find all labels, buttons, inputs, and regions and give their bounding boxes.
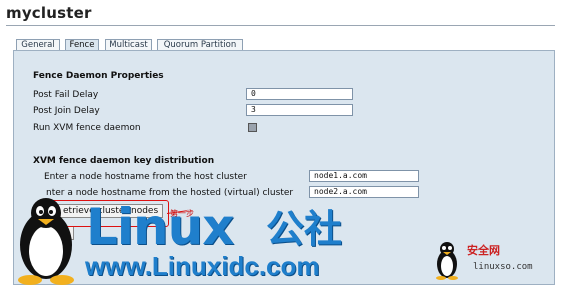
hosted-cluster-label: nter a node hostname from the hosted (vi… xyxy=(46,188,294,198)
tab-fence[interactable]: Fence xyxy=(65,39,99,50)
security-site-url: linuxso.com xyxy=(473,262,533,272)
run-xvm-label: Run XVM fence daemon xyxy=(33,123,141,133)
post-fail-delay-input[interactable]: 0 xyxy=(246,88,353,100)
linux-logo-text: Linux xyxy=(86,198,234,256)
host-cluster-input[interactable]: node1.a.com xyxy=(309,170,419,182)
tab-general[interactable]: General xyxy=(16,39,60,50)
tab-quorum-partition[interactable]: Quorum Partition xyxy=(157,39,243,50)
title-divider xyxy=(6,25,555,26)
page-title: mycluster xyxy=(6,4,92,22)
hosted-cluster-input[interactable]: node2.a.com xyxy=(309,186,419,198)
site-url-watermark: www.Linuxidc.com xyxy=(85,251,320,281)
linux-logo-cn: 公社 xyxy=(266,207,343,251)
tab-multicast[interactable]: Multicast xyxy=(105,39,152,50)
fence-daemon-heading: Fence Daemon Properties xyxy=(33,71,164,81)
security-site-cn: 安全网 xyxy=(467,244,500,257)
host-cluster-label: Enter a node hostname from the host clus… xyxy=(44,172,247,182)
post-join-delay-label: Post Join Delay xyxy=(33,106,100,116)
post-join-delay-input[interactable]: 3 xyxy=(246,104,353,116)
tux-penguin-logo xyxy=(18,198,74,285)
post-fail-delay-label: Post Fail Delay xyxy=(33,90,99,100)
small-penguin-icon xyxy=(436,242,458,280)
xvm-key-heading: XVM fence daemon key distribution xyxy=(33,156,215,166)
run-xvm-checkbox[interactable] xyxy=(248,123,257,132)
